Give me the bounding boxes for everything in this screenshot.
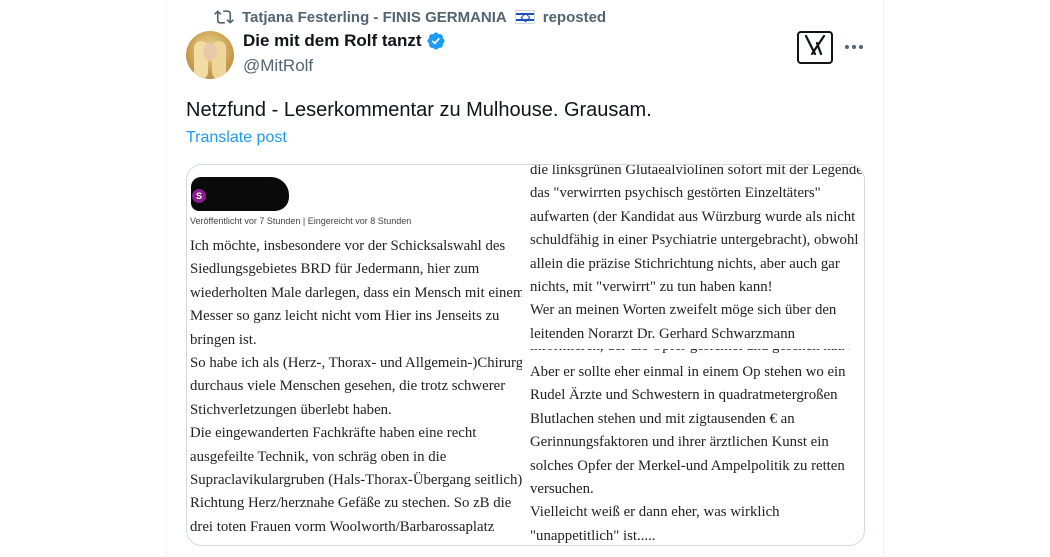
article-line: drei toten Frauen vorm Woolworth/Barbaro… [190,518,495,535]
article-line: das "verwirrten psychisch gestörten Einz… [530,185,821,202]
article-line: leitenden Norarzt Dr. Gerhard Schwarzman… [530,325,795,342]
right-article-cut-line: informieren, der die Opfer gesichtet und… [530,349,850,357]
article-line: Messer so ganz leicht nicht vom Hier ins… [190,308,500,325]
israel-flag-icon [514,10,535,24]
article-line: ausgefeilte Technik, von schräg oben in … [190,448,447,465]
article-line: Wer an meinen Worten zweifelt möge sich … [530,302,837,319]
article-line: versuchen. [530,481,594,498]
article-line: schuldfähig in einer Psychiatrie unterge… [530,232,859,249]
article-line: Supraclavikulargruben (Hals-Thorax-Überg… [190,472,523,489]
repost-icon [214,7,234,27]
article-line: Die eingewanderten Fachkräfte haben eine… [190,425,477,442]
article-line: Aber er sollte eher einmal in einem Op s… [530,364,846,380]
grok-button[interactable] [797,31,833,64]
repost-context[interactable]: Tatjana Festerling - FINIS GERMANIA repo… [214,6,606,28]
article-line: solches Opfer der Merkel-und Ampelpoliti… [530,457,845,474]
more-options-button[interactable] [843,36,865,58]
screenshot-right-page: die linksgrünen Glutaealviolinen sofort … [522,164,864,545]
more-dot-icon [845,45,849,49]
translate-post-link[interactable]: Translate post [186,129,287,147]
comment-meta: Veröffentlicht vor 7 Stunden | Eingereic… [190,216,412,226]
article-line: Siedlungsgebietes BRD für Jedermann, hie… [190,261,480,278]
article-line: Stichverletzungen überlebt haben. [190,401,392,418]
author-name[interactable]: Die mit dem Rolf tanzt [243,31,422,51]
right-article-top-text: die linksgrünen Glutaealviolinen sofort … [530,164,863,346]
article-line: Ich möchte, insbesondere vor der Schicks… [190,238,506,254]
article-line: Rudel Ärzte und Schwestern in quadratmet… [530,387,838,404]
avatar[interactable] [186,31,234,79]
right-article-bottom-text: Aber er sollte eher einmal in einem Op s… [530,361,846,545]
verified-badge-icon[interactable] [426,31,446,51]
article-line: wiederholten Male darlegen, dass ein Men… [190,284,525,301]
timeline-column-border-left [166,0,167,557]
article-line: So habe ich als (Herz-, Thorax- und Allg… [190,355,524,372]
article-line: Gerinnungsfaktoren und ihrer ärztlichen … [530,434,829,451]
article-line: bringen ist. [190,331,257,348]
author-handle[interactable]: @MitRolf [243,56,313,76]
screenshot-left-page: S Veröffentlicht vor 7 Stunden | Eingere… [187,165,524,545]
article-line: durchaus viele Menschen gesehen, die tro… [190,378,506,395]
article-line: allein die präzise Stichrichtung nichts,… [530,255,840,272]
reposter-name[interactable]: Tatjana Festerling - FINIS GERMANIA [242,9,507,26]
left-article-text: Ich möchte, insbesondere vor der Schicks… [190,235,524,539]
source-badge: S [192,189,206,203]
cut-line-text: informieren, der die Opfer gesichtet und… [530,349,850,357]
article-line: nichts, mit "verwirrt" zu tun haben kann… [530,279,773,296]
post-text: Netzfund - Leserkommentar zu Mulhouse. G… [186,99,652,121]
more-dot-icon [852,45,856,49]
grok-icon [803,34,827,61]
article-line: Blutlachen stehen und mit zigtausenden €… [530,410,795,427]
article-line: Vielleicht weiß er dann eher, was wirkli… [530,504,780,521]
timeline-column-border-right [883,0,884,557]
article-line: aufwarten (der Kandidat aus Würzburg wur… [530,208,856,225]
repost-label: reposted [542,8,607,26]
article-line: "unappetitlich" ist..... [530,527,656,544]
article-line: Richtung Herz/herznahe Gefäße zu stechen… [190,495,512,512]
author-name-row[interactable]: Die mit dem Rolf tanzt [243,31,446,51]
post-media-image[interactable]: S Veröffentlicht vor 7 Stunden | Eingere… [186,164,865,546]
more-dot-icon [859,45,863,49]
article-line: die linksgrünen Glutaealviolinen sofort … [530,164,863,178]
